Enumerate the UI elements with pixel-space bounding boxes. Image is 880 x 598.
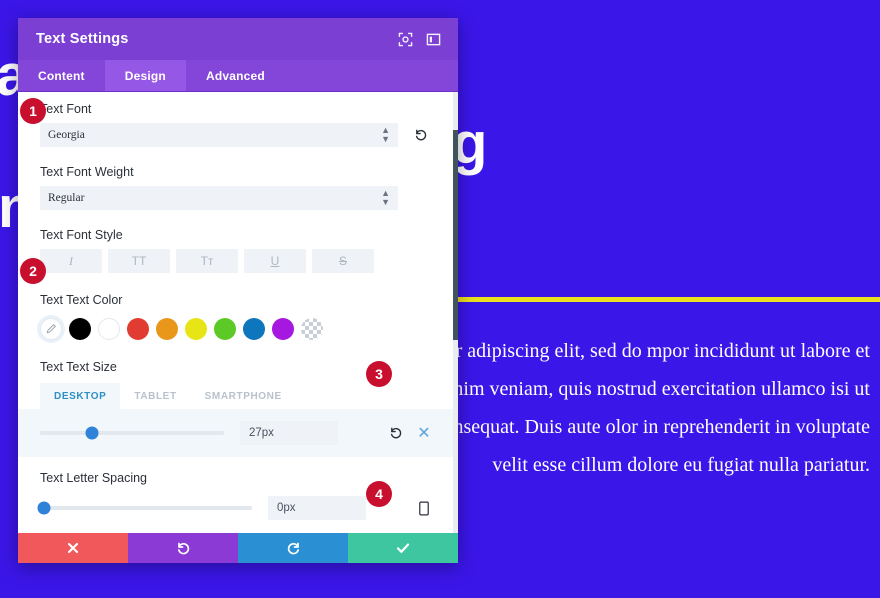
text-size-slider-row: 27px ✕ [18, 409, 458, 457]
swatch-green[interactable] [214, 318, 236, 340]
swatch-blue[interactable] [243, 318, 265, 340]
tab-content[interactable]: Content [18, 60, 105, 91]
swatch-red[interactable] [127, 318, 149, 340]
annotation-badge-2: 2 [20, 258, 46, 284]
undo-button[interactable] [128, 533, 238, 563]
field-text-size: Text Text Size [18, 344, 458, 374]
modal-tab-bar: Content Design Advanced [18, 60, 458, 92]
label-font-weight: Text Font Weight [40, 165, 134, 179]
letter-spacing-slider-row: 0px [18, 492, 458, 528]
uppercase-button[interactable]: TT [108, 249, 170, 273]
panel-scrollbar-thumb[interactable] [453, 130, 458, 340]
save-button[interactable] [348, 533, 458, 563]
swatch-black[interactable] [69, 318, 91, 340]
text-settings-modal: Text Settings Content Design Advanced Te… [18, 18, 458, 563]
annotation-badge-4: 4 [366, 481, 392, 507]
reset-text-size-button[interactable] [384, 421, 408, 445]
italic-button[interactable]: I [40, 249, 102, 273]
swatch-white[interactable] [98, 318, 120, 340]
panel-scrollbar[interactable] [453, 92, 458, 533]
resp-tab-tablet[interactable]: TABLET [120, 383, 190, 409]
field-font-style: Text Font Style I TT Tт U S [18, 210, 458, 273]
font-weight-select[interactable]: Regular ▲ ▼ [40, 186, 398, 210]
font-weight-value: Regular [48, 192, 85, 204]
annotation-badge-3: 3 [366, 361, 392, 387]
modal-title: Text Settings [36, 31, 129, 47]
swatch-purple[interactable] [272, 318, 294, 340]
text-font-value: Georgia [48, 129, 85, 141]
chevron-updown-icon: ▲ ▼ [381, 125, 390, 144]
focus-target-icon[interactable] [394, 28, 416, 50]
tab-design[interactable]: Design [104, 60, 186, 91]
tab-advanced[interactable]: Advanced [186, 60, 285, 91]
field-font-weight: Text Font Weight Regular ▲ ▼ [18, 147, 458, 210]
swatch-yellow[interactable] [185, 318, 207, 340]
label-text-color: Text Text Color [40, 293, 123, 307]
swatch-orange[interactable] [156, 318, 178, 340]
label-font-style: Text Font Style [40, 228, 123, 242]
chevron-updown-icon: ▲ ▼ [381, 188, 390, 207]
redo-button[interactable] [238, 533, 348, 563]
field-line-height: Text Line Height [18, 528, 458, 533]
close-text-size-button[interactable]: ✕ [412, 421, 436, 445]
field-text-font: Text Font Georgia ▲ ▼ [18, 92, 458, 147]
color-picker-swatch[interactable] [40, 318, 62, 340]
color-swatch-row [40, 314, 436, 344]
cancel-button[interactable] [18, 533, 128, 563]
modal-header: Text Settings [18, 18, 458, 60]
underline-button[interactable]: U [244, 249, 306, 273]
text-size-slider[interactable] [40, 426, 224, 440]
resp-tab-desktop[interactable]: DESKTOP [40, 383, 121, 409]
responsive-tab-bar: DESKTOP TABLET SMARTPHONE [18, 381, 458, 409]
label-text-font: Text Font [40, 102, 92, 116]
text-font-select[interactable]: Georgia ▲ ▼ [40, 123, 398, 147]
letter-spacing-slider-knob[interactable] [37, 501, 51, 515]
smallcaps-button[interactable]: Tт [176, 249, 238, 273]
letter-spacing-input[interactable]: 0px [268, 496, 366, 520]
field-text-color: Text Text Color [18, 273, 458, 344]
field-letter-spacing: Text Letter Spacing [18, 457, 458, 485]
responsive-phone-icon[interactable] [412, 496, 436, 520]
layout-panel-icon[interactable] [422, 28, 444, 50]
text-size-slider-knob[interactable] [85, 426, 99, 440]
resp-tab-smartphone[interactable]: SMARTPHONE [191, 383, 296, 409]
modal-body: Text Font Georgia ▲ ▼ Text Font Weight R… [18, 92, 458, 533]
modal-footer [18, 533, 458, 563]
strikethrough-button[interactable]: S [312, 249, 374, 273]
letter-spacing-slider[interactable] [37, 501, 252, 515]
swatch-transparent[interactable] [301, 318, 323, 340]
reset-text-font-button[interactable] [406, 123, 436, 147]
yellow-divider [448, 297, 880, 302]
annotation-badge-1: 1 [20, 98, 46, 124]
text-size-input[interactable]: 27px [240, 421, 338, 445]
